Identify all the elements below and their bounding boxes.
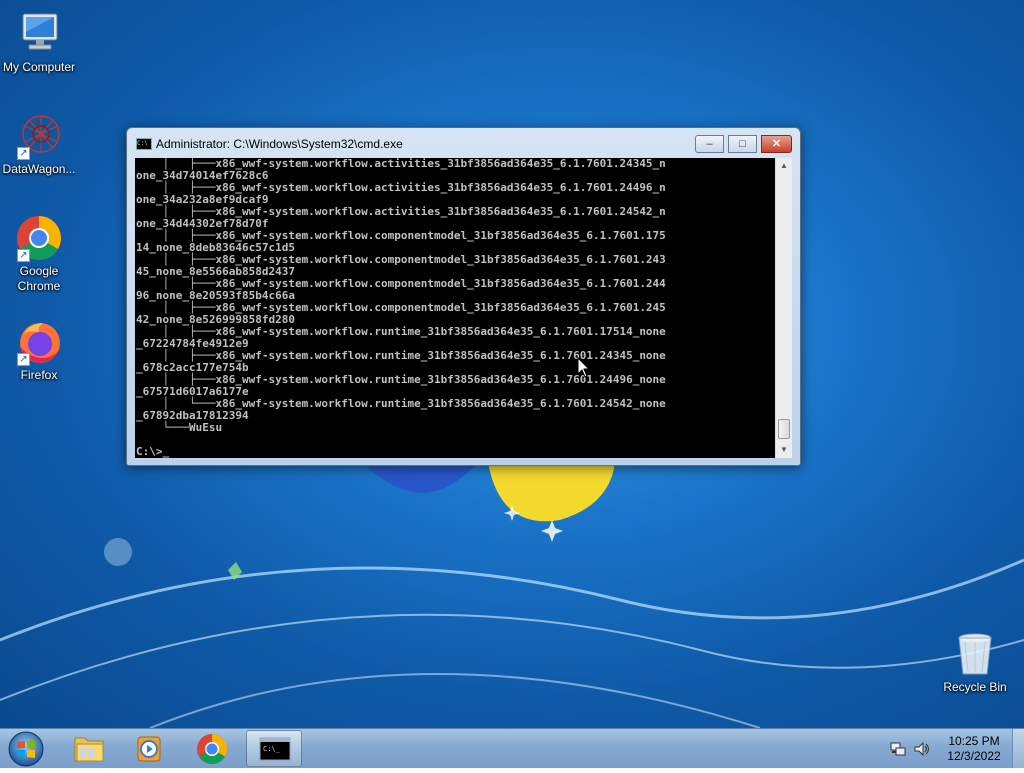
recycle-bin-icon (951, 630, 999, 678)
window-title: Administrator: C:\Windows\System32\cmd.e… (156, 137, 403, 151)
system-clock[interactable]: 10:25 PM 12/3/2022 (937, 734, 1011, 764)
shortcut-arrow-icon: ↗ (17, 353, 30, 366)
desktop-icon-firefox[interactable]: ↗ Firefox (0, 318, 79, 383)
clock-time: 10:25 PM (948, 734, 1000, 748)
maximize-button[interactable]: □ (728, 135, 757, 153)
scrollbar-thumb[interactable] (778, 419, 790, 439)
taskbar-cmd-button[interactable]: C:\_ (246, 730, 302, 767)
console-line: C:\>_ (136, 445, 170, 458)
shortcut-arrow-icon: ↗ (17, 249, 30, 262)
desktop[interactable]: My Computer ↗ DataWagon... ↗ Google Chro… (0, 0, 1024, 728)
mouse-cursor-icon (577, 357, 591, 378)
chrome-icon: ↗ (15, 214, 63, 262)
firefox-icon: ↗ (15, 318, 63, 366)
desktop-icon-my-computer[interactable]: My Computer (0, 10, 79, 75)
close-button[interactable]: ✕ (761, 135, 792, 153)
chrome-icon (197, 734, 228, 765)
console-line: └───WuEsu (136, 421, 223, 434)
desktop-icon-label: Firefox (20, 368, 58, 382)
desktop-icon-recycle-bin[interactable]: Recycle Bin (935, 630, 1015, 695)
svg-text:C:\_: C:\_ (263, 745, 281, 753)
taskbar-chrome-button[interactable] (184, 730, 240, 767)
desktop-icon-label: My Computer (2, 60, 76, 74)
network-icon[interactable] (889, 740, 907, 758)
shortcut-arrow-icon: ↗ (17, 147, 30, 160)
computer-icon (15, 10, 63, 58)
scroll-up-arrow-icon[interactable]: ▲ (776, 158, 792, 174)
cmd-icon: C:\_ (259, 737, 291, 761)
desktop-icon-label: Google Chrome (17, 264, 61, 293)
console-output[interactable]: │ ├───x86_wwf-system.workflow.activities… (135, 158, 775, 458)
folder-icon (74, 737, 104, 762)
start-button[interactable] (6, 730, 46, 768)
desktop-icon-datawagon[interactable]: ↗ DataWagon... (0, 112, 79, 177)
taskbar-media-player-button[interactable] (122, 730, 178, 767)
media-player-icon (137, 736, 161, 762)
cmd-window[interactable]: C:\ Administrator: C:\Windows\System32\c… (126, 127, 801, 466)
windows-logo-icon (8, 731, 44, 767)
taskbar-explorer-button[interactable] (61, 730, 117, 767)
scroll-down-arrow-icon[interactable]: ▼ (776, 442, 792, 458)
show-desktop-button[interactable] (1012, 729, 1024, 768)
console-text: │ ├───x86_wwf-system.workflow.activities… (135, 158, 775, 458)
datawagon-icon: ↗ (15, 112, 63, 160)
desktop-icon-label: DataWagon... (2, 162, 76, 176)
clock-date: 12/3/2022 (947, 749, 1001, 763)
volume-icon[interactable] (913, 740, 931, 758)
desktop-icon-label: Recycle Bin (943, 680, 1007, 694)
cmd-titlebar[interactable]: C:\ Administrator: C:\Windows\System32\c… (127, 128, 800, 158)
desktop-icon-google-chrome[interactable]: ↗ Google Chrome (0, 214, 79, 294)
minimize-button[interactable]: – (695, 135, 724, 153)
cmd-icon[interactable]: C:\ (136, 138, 152, 150)
taskbar: C:\_ 10:25 PM 12/3/2022 (0, 728, 1024, 768)
vertical-scrollbar[interactable]: ▲ ▼ (775, 158, 792, 458)
